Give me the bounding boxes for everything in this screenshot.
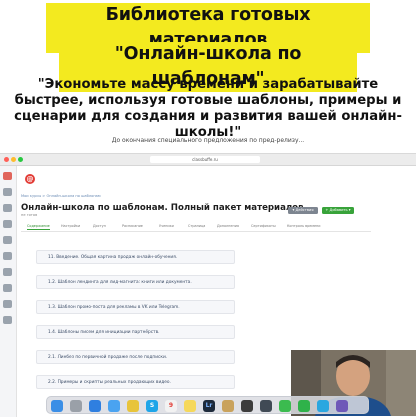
photoshop-icon[interactable] [241, 400, 253, 412]
launchpad-icon[interactable] [70, 400, 82, 412]
notes-icon[interactable] [184, 400, 196, 412]
subheadline: "Экономьте массу времени и зарабатывайте… [14, 77, 402, 140]
headline-line-2: "Онлайн-школа по шаблонам" [59, 42, 357, 92]
sidebar-stats-icon[interactable] [3, 284, 12, 292]
tab-content[interactable]: Содержание [27, 224, 50, 230]
breadcrumb[interactable]: Мои курсы > Онлайн-школа по шаблонам [21, 194, 101, 198]
finder-icon[interactable] [51, 400, 63, 412]
sidebar-help-icon[interactable] [3, 316, 12, 324]
chrome-icon[interactable] [127, 400, 139, 412]
lesson-title: 1.2. Шаблон лендинга для лид-магнита: кн… [48, 279, 192, 285]
sidebar-sales-icon[interactable] [3, 268, 12, 276]
add-button[interactable]: + Добавить ▾ [322, 207, 354, 214]
tab-students[interactable]: Ученики [159, 224, 174, 228]
lesson-row[interactable]: 1.2. Шаблон лендинга для лид-магнита: кн… [36, 275, 235, 289]
calendar-icon[interactable]: 9 [165, 400, 177, 412]
lesson-row[interactable]: 2.2. Примеры и скрипты реальных продающи… [36, 375, 235, 389]
tab-time-control[interactable]: Контроль времени [287, 224, 320, 228]
sidebar-chat-icon[interactable] [3, 236, 12, 244]
lesson-title: 2.2. Примеры и скрипты реальных продающи… [48, 379, 171, 385]
quicktime-icon[interactable] [260, 400, 272, 412]
minimize-window-button[interactable] [11, 157, 16, 162]
lesson-title: 11. Введение. Общая картина продаж онлай… [48, 254, 178, 260]
left-sidebar [0, 166, 17, 417]
lesson-row[interactable]: 1.4. Шаблоны писем для инициации партнёр… [36, 325, 235, 339]
sidebar-courses-icon[interactable] [3, 220, 12, 228]
headline-line-1: Библиотека готовых материалов [46, 3, 370, 53]
zoom-window-button[interactable] [18, 157, 23, 162]
evernote-icon[interactable] [298, 400, 310, 412]
sidebar-home-icon[interactable] [3, 188, 12, 196]
logo-icon[interactable]: @ [25, 174, 35, 184]
photos-icon[interactable] [222, 400, 234, 412]
tab-page[interactable]: Страница [188, 224, 205, 228]
browser-toolbar: classbuffe.ru [0, 154, 416, 166]
tab-certificates[interactable]: Сертификаты [251, 224, 276, 228]
lesson-title: 1.4. Шаблоны писем для инициации партнёр… [48, 329, 160, 335]
sidebar-profile-icon[interactable] [3, 172, 12, 180]
sidebar-users-icon[interactable] [3, 204, 12, 212]
lesson-row[interactable]: 11. Введение. Общая картина продаж онлай… [36, 250, 235, 264]
app-icon[interactable] [336, 400, 348, 412]
close-window-button[interactable] [4, 157, 9, 162]
sidebar-tasks-icon[interactable] [3, 252, 12, 260]
lesson-title: 1.3. Шаблон промо-поста для рекламы в VK… [48, 304, 180, 310]
whatsapp-icon[interactable] [279, 400, 291, 412]
lightroom-icon[interactable]: Lr [203, 400, 215, 412]
address-bar[interactable]: classbuffe.ru [150, 156, 260, 163]
countdown-text: До окончания специального предложения по… [111, 137, 305, 144]
skype-icon[interactable]: S [146, 400, 158, 412]
sidebar-settings-icon[interactable] [3, 300, 12, 308]
macos-dock: S 9 Lr [46, 396, 369, 414]
page-status: не готов [21, 213, 38, 217]
lesson-row[interactable]: 1.3. Шаблон промо-поста для рекламы в VK… [36, 300, 235, 314]
lesson-title: 2.1. Линбез по первичной продаже после п… [48, 354, 168, 360]
mail-icon[interactable] [108, 400, 120, 412]
telegram-icon[interactable] [317, 400, 329, 412]
page-title: Онлайн-школа по шаблонам. Полный пакет м… [21, 203, 307, 213]
tab-bar: Содержание Настройки Доступ Расписание У… [21, 222, 371, 232]
tab-addons[interactable]: Дополнения [217, 224, 239, 228]
tab-settings[interactable]: Настройки [61, 224, 80, 228]
actions-button[interactable]: ▾ Действия [288, 207, 318, 214]
tab-access[interactable]: Доступ [93, 224, 106, 228]
tab-schedule[interactable]: Расписание [122, 224, 143, 228]
safari-icon[interactable] [89, 400, 101, 412]
lesson-row[interactable]: 2.1. Линбез по первичной продаже после п… [36, 350, 235, 364]
